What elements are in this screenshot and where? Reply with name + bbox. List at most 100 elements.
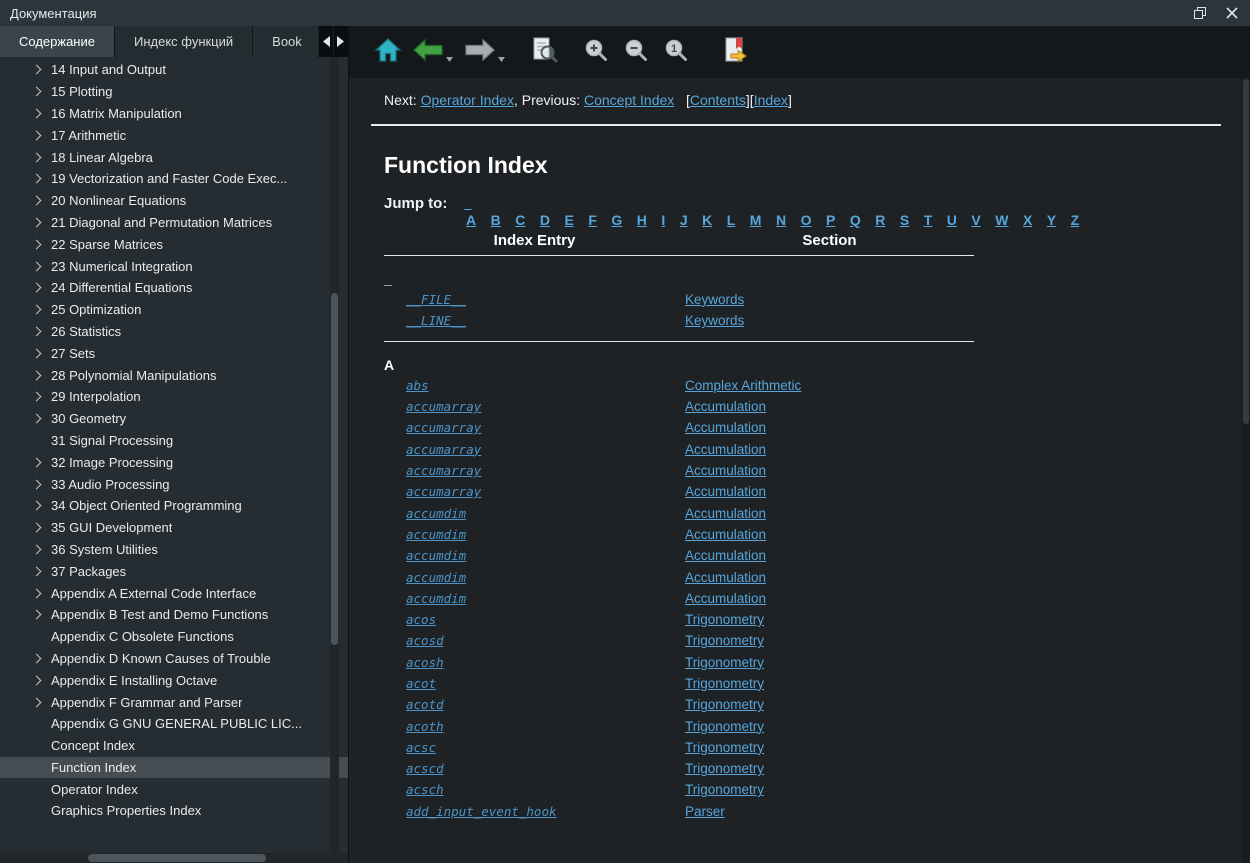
expand-chevron-icon[interactable] xyxy=(32,87,42,97)
section-link[interactable]: Accumulation xyxy=(685,399,766,414)
sidebar-item[interactable]: 22 Sparse Matrices xyxy=(0,233,348,255)
function-link[interactable]: acosh xyxy=(406,655,444,670)
expand-chevron-icon[interactable] xyxy=(32,370,42,380)
jump-letter-link[interactable]: P xyxy=(826,212,835,228)
expand-chevron-icon[interactable] xyxy=(32,610,42,620)
jump-letter-link[interactable]: K xyxy=(702,212,712,228)
section-link[interactable]: Accumulation xyxy=(685,506,766,521)
jump-letter-link[interactable]: Q xyxy=(850,212,861,228)
sidebar-item[interactable]: Appendix E Installing Octave xyxy=(0,669,348,691)
jump-letter-link[interactable]: X xyxy=(1023,212,1032,228)
jump-letter-link[interactable]: F xyxy=(588,212,597,228)
expand-chevron-icon[interactable] xyxy=(32,523,42,533)
function-link[interactable]: acot xyxy=(406,676,436,691)
jump-letter-link[interactable]: T xyxy=(924,212,933,228)
function-link[interactable]: accumarray xyxy=(406,442,481,457)
jump-letter-link[interactable]: Y xyxy=(1047,212,1056,228)
zoom-original-button[interactable]: 1 xyxy=(659,33,693,71)
sidebar-item[interactable]: Appendix C Obsolete Functions xyxy=(0,626,348,648)
section-link[interactable]: Trigonometry xyxy=(685,655,764,670)
expand-chevron-icon[interactable] xyxy=(32,261,42,271)
function-link[interactable]: abs xyxy=(406,378,429,393)
expand-chevron-icon[interactable] xyxy=(32,152,42,162)
section-link[interactable]: Trigonometry xyxy=(685,697,764,712)
function-link[interactable]: accumdim xyxy=(406,570,466,585)
scrollbar-thumb[interactable] xyxy=(331,293,338,645)
tab-scroll-right-button[interactable] xyxy=(333,26,348,57)
expand-chevron-icon[interactable] xyxy=(32,457,42,467)
expand-chevron-icon[interactable] xyxy=(32,65,42,75)
expand-chevron-icon[interactable] xyxy=(32,196,42,206)
expand-chevron-icon[interactable] xyxy=(32,109,42,119)
function-index-tab[interactable]: Индекс функций xyxy=(115,26,253,57)
section-link[interactable]: Trigonometry xyxy=(685,782,764,797)
sidebar-item[interactable]: 20 Nonlinear Equations xyxy=(0,190,348,212)
sidebar-item[interactable]: 16 Matrix Manipulation xyxy=(0,103,348,125)
function-link[interactable]: accumarray xyxy=(406,463,481,478)
sidebar-item[interactable]: 36 System Utilities xyxy=(0,539,348,561)
section-link[interactable]: Accumulation xyxy=(685,591,766,606)
section-link[interactable]: Accumulation xyxy=(685,420,766,435)
expand-chevron-icon[interactable] xyxy=(32,653,42,663)
expand-chevron-icon[interactable] xyxy=(32,697,42,707)
jump-letter-link[interactable]: N xyxy=(776,212,786,228)
nav-link[interactable]: Operator Index xyxy=(421,92,514,108)
jump-letter-link[interactable]: J xyxy=(680,212,688,228)
expand-chevron-icon[interactable] xyxy=(32,392,42,402)
sidebar-horizontal-scrollbar[interactable] xyxy=(0,853,348,863)
expand-chevron-icon[interactable] xyxy=(32,479,42,489)
sidebar-item[interactable]: 23 Numerical Integration xyxy=(0,255,348,277)
sidebar-item[interactable]: 15 Plotting xyxy=(0,81,348,103)
sidebar-item[interactable]: 18 Linear Algebra xyxy=(0,146,348,168)
forward-button[interactable] xyxy=(463,33,497,71)
zoom-out-button[interactable] xyxy=(619,33,653,71)
function-link[interactable]: accumarray xyxy=(406,420,481,435)
scrollbar-thumb[interactable] xyxy=(1243,79,1249,424)
jump-letter-link[interactable]: G xyxy=(611,212,622,228)
section-link[interactable]: Accumulation xyxy=(685,527,766,542)
function-link[interactable]: accumdim xyxy=(406,506,466,521)
function-link[interactable]: accumdim xyxy=(406,527,466,542)
section-link[interactable]: Accumulation xyxy=(685,548,766,563)
expand-chevron-icon[interactable] xyxy=(32,566,42,576)
sidebar-item[interactable]: Appendix G GNU GENERAL PUBLIC LIC... xyxy=(0,713,348,735)
contents-tab[interactable]: Содержание xyxy=(0,26,115,57)
expand-chevron-icon[interactable] xyxy=(32,588,42,598)
nav-link[interactable]: Index xyxy=(754,92,788,108)
jump-letter-link[interactable]: S xyxy=(900,212,909,228)
jump-letter-link[interactable]: Z xyxy=(1071,212,1080,228)
jump-letter-link[interactable]: M xyxy=(750,212,762,228)
sidebar-item[interactable]: 31 Signal Processing xyxy=(0,430,348,452)
function-link[interactable]: acscd xyxy=(406,761,444,776)
dropdown-arrow-icon[interactable] xyxy=(498,49,505,67)
jump-letter-link[interactable]: W xyxy=(995,212,1008,228)
section-link[interactable]: Trigonometry xyxy=(685,719,764,734)
sidebar-item[interactable]: 26 Statistics xyxy=(0,321,348,343)
close-button[interactable] xyxy=(1224,5,1240,21)
jump-letter-link[interactable]: C xyxy=(515,212,525,228)
section-link[interactable]: Accumulation xyxy=(685,570,766,585)
sidebar-item[interactable]: Appendix D Known Causes of Trouble xyxy=(0,648,348,670)
expand-chevron-icon[interactable] xyxy=(32,544,42,554)
section-link[interactable]: Trigonometry xyxy=(685,761,764,776)
expand-chevron-icon[interactable] xyxy=(32,348,42,358)
back-button[interactable] xyxy=(411,33,445,71)
function-link[interactable]: acos xyxy=(406,612,436,627)
function-link[interactable]: accumdim xyxy=(406,548,466,563)
expand-chevron-icon[interactable] xyxy=(32,130,42,140)
nav-link[interactable]: Concept Index xyxy=(584,92,674,108)
sidebar-item[interactable]: Appendix A External Code Interface xyxy=(0,582,348,604)
jump-letter-link[interactable]: I xyxy=(661,212,665,228)
sidebar-item[interactable]: 21 Diagonal and Permutation Matrices xyxy=(0,212,348,234)
sidebar-item[interactable]: 28 Polynomial Manipulations xyxy=(0,364,348,386)
sidebar-item[interactable]: 27 Sets xyxy=(0,342,348,364)
jump-letter-link[interactable]: E xyxy=(565,212,574,228)
sidebar-item[interactable]: 30 Geometry xyxy=(0,408,348,430)
expand-chevron-icon[interactable] xyxy=(32,239,42,249)
search-document-button[interactable] xyxy=(527,33,561,71)
section-link[interactable]: Parser xyxy=(685,804,725,819)
sidebar-item[interactable]: 17 Arithmetic xyxy=(0,124,348,146)
bookmark-button[interactable] xyxy=(719,33,753,71)
jump-letter-link[interactable]: H xyxy=(637,212,647,228)
section-link[interactable]: Accumulation xyxy=(685,463,766,478)
